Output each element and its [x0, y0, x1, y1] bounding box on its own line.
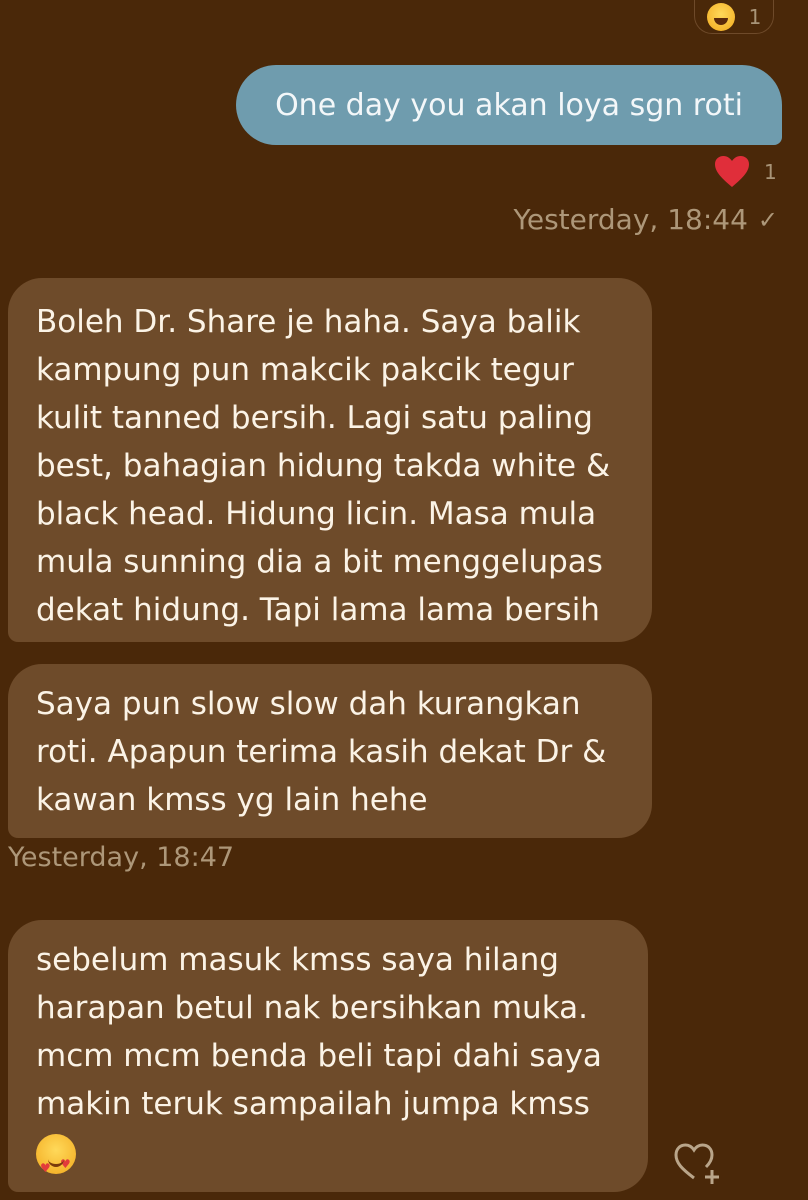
laughing-face-icon: [706, 2, 735, 31]
incoming-message-text: sebelum masuk kmss saya hilang harapan b…: [36, 942, 602, 1122]
incoming-message-text: Boleh Dr. Share je haha. Saya balik kamp…: [36, 304, 611, 628]
incoming-message[interactable]: Saya pun slow slow dah kurangkan roti. A…: [8, 664, 652, 838]
heart-reaction-badge[interactable]: 1: [714, 155, 777, 189]
heart-reaction-count: 1: [764, 160, 777, 184]
heart-icon: [715, 156, 749, 187]
incoming-message[interactable]: sebelum masuk kmss saya hilang harapan b…: [8, 920, 648, 1192]
message-reaction-badge[interactable]: 1: [694, 0, 774, 34]
outgoing-time-text: Yesterday, 18:44: [513, 203, 748, 236]
add-reaction-icon[interactable]: [672, 1140, 724, 1186]
incoming-message-text: Saya pun slow slow dah kurangkan roti. A…: [36, 686, 607, 818]
outgoing-message-text: One day you akan loya sgn roti: [275, 87, 743, 123]
incoming-message[interactable]: Boleh Dr. Share je haha. Saya balik kamp…: [8, 278, 652, 642]
outgoing-timestamp: Yesterday, 18:44 ✓: [513, 203, 778, 236]
smiling-face-with-hearts-icon: [36, 1133, 76, 1192]
reaction-count: 1: [748, 4, 762, 29]
incoming-timestamp: Yesterday, 18:47: [8, 842, 235, 873]
outgoing-message[interactable]: One day you akan loya sgn roti: [236, 65, 782, 145]
sent-check-icon: ✓: [757, 205, 778, 234]
